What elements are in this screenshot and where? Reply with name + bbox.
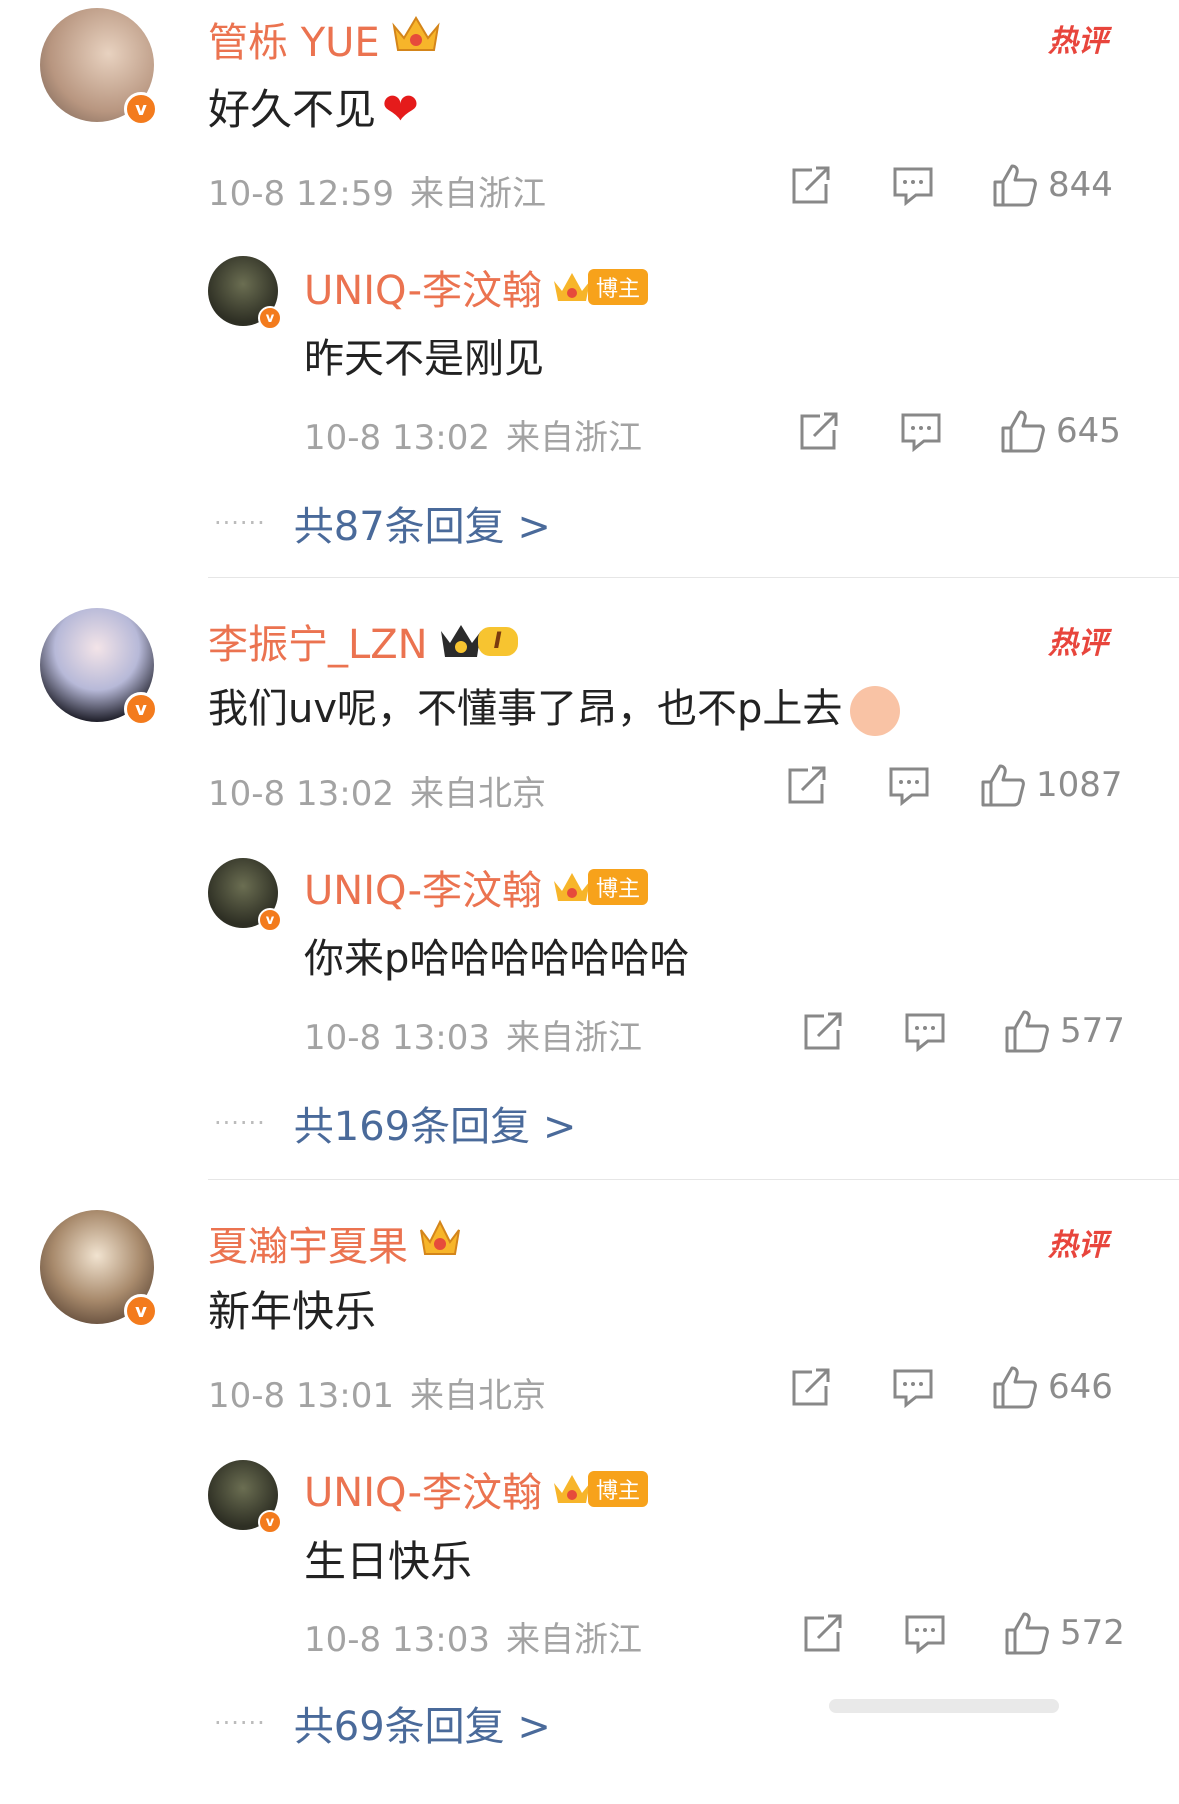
comment-card: v 李振宁_LZN I 热评 我们uv呢，不懂事了昂，也不p上去 10-8 13… <box>0 602 1179 1202</box>
comment-author[interactable]: 李振宁_LZN I <box>208 612 518 670</box>
hot-comment-badge: 热评 <box>1048 626 1108 661</box>
thumbs-up-icon <box>981 764 1025 807</box>
reply-button[interactable] <box>888 766 930 806</box>
comment-author[interactable]: 夏瀚宇夏果 <box>208 1214 462 1272</box>
comment-icon <box>901 413 941 452</box>
reply-text: 你来p哈哈哈哈哈哈哈 <box>304 936 690 982</box>
like-count: 577 <box>1060 1011 1125 1051</box>
level-badge: I <box>438 621 518 661</box>
comment-icon <box>893 1369 933 1408</box>
reply-button[interactable] <box>904 1614 946 1654</box>
hot-comment-badge: 热评 <box>1048 1228 1108 1263</box>
comment-location: 来自浙江 <box>409 174 546 214</box>
reply-avatar[interactable]: v <box>208 1460 282 1534</box>
dots-icon: ······ <box>214 509 266 537</box>
like-button[interactable]: 577 <box>1004 1008 1125 1054</box>
blogger-badge: 博主 <box>552 869 649 905</box>
heart-icon: ❤ <box>382 84 419 135</box>
reply-meta: 10-8 13:03 来自浙江 <box>304 1620 642 1660</box>
comment-text: 好久不见 ❤ <box>208 84 419 135</box>
view-replies-link[interactable]: ······ 共87条回复 > <box>214 494 551 552</box>
share-button[interactable] <box>790 166 832 206</box>
view-replies-link[interactable]: ······ 共169条回复 > <box>214 1094 576 1152</box>
share-button[interactable] <box>786 766 828 806</box>
reply-button[interactable] <box>892 166 934 206</box>
share-icon <box>800 412 838 450</box>
dots-icon: ······ <box>214 1109 266 1137</box>
like-count: 645 <box>1056 411 1121 451</box>
share-icon <box>804 1614 842 1652</box>
dots-icon: ······ <box>214 1709 266 1737</box>
avatar[interactable]: v <box>40 8 158 126</box>
share-button[interactable] <box>798 412 840 452</box>
view-replies-link[interactable]: ······ 共69条回复 > <box>214 1694 551 1752</box>
avatar[interactable]: v <box>40 608 158 726</box>
hot-comment-badge: 热评 <box>1048 24 1108 59</box>
page-scroll-indicator <box>829 1699 1059 1713</box>
thumbs-up-icon <box>1001 410 1045 453</box>
reply-text: 昨天不是刚见 <box>304 336 544 382</box>
reply-text: 生日快乐 <box>304 1537 473 1586</box>
share-button[interactable] <box>802 1012 844 1052</box>
thumbs-up-icon <box>1005 1010 1049 1053</box>
comment-author[interactable]: 管栎 YUE <box>208 10 442 68</box>
comment-icon <box>889 767 929 806</box>
comment-text: 新年快乐 <box>208 1287 377 1336</box>
comment-icon <box>905 1615 945 1654</box>
like-count: 1087 <box>1036 765 1123 805</box>
reply-avatar[interactable]: v <box>208 858 282 932</box>
verified-icon: v <box>124 1294 158 1328</box>
share-icon <box>788 766 826 804</box>
fan-face-emoji-icon <box>850 686 901 736</box>
reply-button[interactable] <box>904 1012 946 1052</box>
comment-text: 我们uv呢，不懂事了昂，也不p上去 <box>208 676 901 736</box>
share-icon <box>792 1368 830 1406</box>
verified-icon: v <box>258 1510 282 1534</box>
like-button[interactable]: 844 <box>992 162 1113 208</box>
reply-author[interactable]: UNIQ-李汶翰 博主 <box>304 258 649 316</box>
reply-meta: 10-8 13:02 来自浙江 <box>304 418 642 458</box>
divider <box>208 1179 1179 1180</box>
reply-meta: 10-8 13:03 来自浙江 <box>304 1018 642 1058</box>
thumbs-up-icon <box>993 1366 1037 1409</box>
comment-card: v 管栎 YUE 热评 好久不见 ❤ 10-8 12:59 来自浙江 844 v U… <box>0 0 1179 600</box>
reply-avatar[interactable]: v <box>208 256 282 330</box>
like-count: 844 <box>1048 165 1113 205</box>
share-button[interactable] <box>790 1368 832 1408</box>
reply-author[interactable]: UNIQ-李汶翰 博主 <box>304 858 649 916</box>
comment-time: 10-8 12:59 <box>208 174 394 214</box>
avatar[interactable]: v <box>40 1210 158 1328</box>
comment-card: v 夏瀚宇夏果 热评 新年快乐 10-8 13:01 来自北京 646 v UNI… <box>0 1204 1179 1804</box>
like-count: 572 <box>1060 1613 1125 1653</box>
crown-icon <box>418 1218 462 1268</box>
like-button[interactable]: 572 <box>1004 1610 1125 1656</box>
reply-button[interactable] <box>892 1368 934 1408</box>
verified-icon: v <box>258 908 282 932</box>
like-count: 646 <box>1048 1367 1113 1407</box>
thumbs-up-icon <box>993 164 1037 207</box>
verified-icon: v <box>124 92 158 126</box>
crown-icon <box>390 12 442 66</box>
thumbs-up-icon <box>1005 1612 1049 1655</box>
share-button[interactable] <box>802 1614 844 1654</box>
share-icon <box>804 1012 842 1050</box>
verified-icon: v <box>124 692 158 726</box>
comment-meta: 10-8 12:59 来自浙江 <box>208 166 546 215</box>
blogger-badge: 博主 <box>552 269 649 305</box>
like-button[interactable]: 1087 <box>980 762 1123 808</box>
like-button[interactable]: 645 <box>1000 408 1121 454</box>
divider <box>208 577 1179 578</box>
comment-icon <box>905 1013 945 1052</box>
comment-icon <box>893 167 933 206</box>
comment-meta: 10-8 13:01 来自北京 <box>208 1376 546 1416</box>
verified-icon: v <box>258 306 282 330</box>
reply-button[interactable] <box>900 412 942 452</box>
comment-meta: 10-8 13:02 来自北京 <box>208 774 546 814</box>
blogger-badge: 博主 <box>552 1471 649 1507</box>
reply-author[interactable]: UNIQ-李汶翰 博主 <box>304 1460 649 1518</box>
like-button[interactable]: 646 <box>992 1364 1113 1410</box>
share-icon <box>792 166 830 204</box>
